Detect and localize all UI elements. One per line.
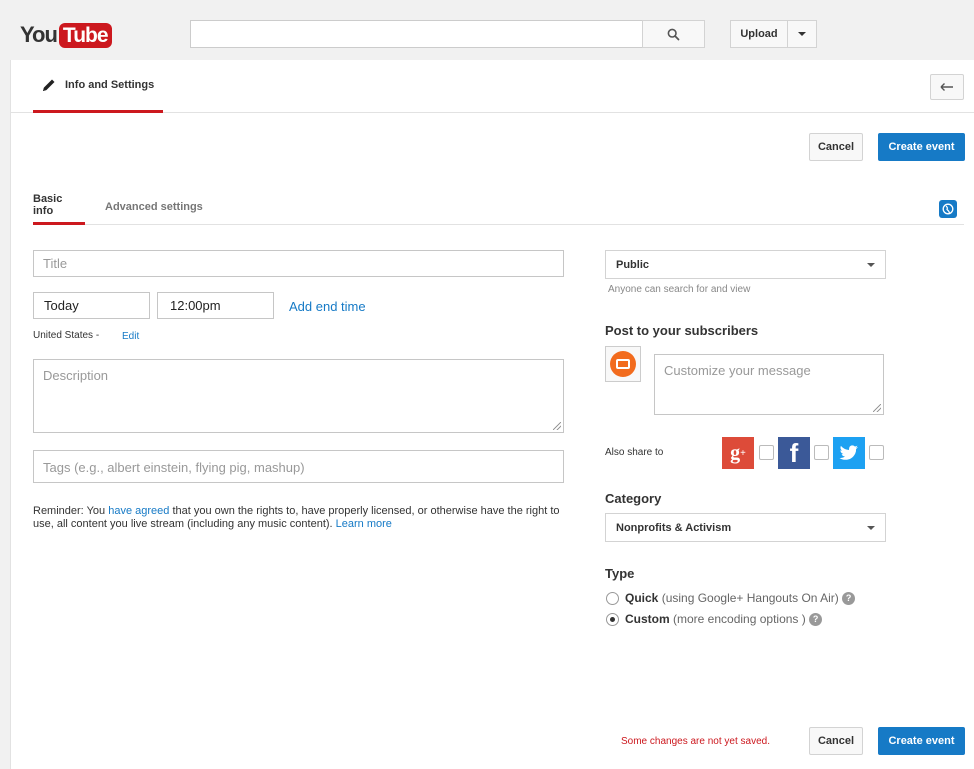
- description-textarea[interactable]: Description: [33, 359, 564, 433]
- facebook-checkbox[interactable]: [814, 445, 829, 460]
- privacy-hint: Anyone can search for and view: [608, 284, 751, 295]
- masthead: You Tube Upload: [10, 10, 974, 60]
- type-quick-text: Quick: [625, 591, 659, 605]
- reminder-prefix: Reminder: You: [33, 505, 109, 517]
- rights-reminder: Reminder: You have agreed that you own t…: [33, 505, 573, 531]
- have-agreed-link[interactable]: have agreed: [108, 505, 169, 517]
- learn-more-link[interactable]: Learn more: [336, 518, 392, 530]
- cancel-button-bottom[interactable]: Cancel: [809, 727, 863, 755]
- help-icon[interactable]: ?: [809, 613, 823, 626]
- type-quick-hint: (using Google+ Hangouts On Air): [658, 591, 839, 605]
- help-icon[interactable]: ?: [842, 592, 856, 605]
- create-event-button-bottom[interactable]: Create event: [878, 727, 965, 755]
- title-input[interactable]: Title: [33, 250, 564, 277]
- date-input[interactable]: Today: [33, 292, 150, 319]
- facebook-icon: f: [778, 437, 810, 469]
- also-share-label: Also share to: [605, 447, 664, 458]
- type-quick-radio[interactable]: [606, 592, 619, 605]
- chevron-down-icon: [798, 32, 806, 36]
- tab-advanced-settings[interactable]: Advanced settings: [105, 188, 203, 225]
- twitter-checkbox[interactable]: [869, 445, 884, 460]
- time-input[interactable]: 12:00pm: [157, 292, 274, 319]
- tab-label: Info and Settings: [65, 79, 155, 91]
- twitter-icon: [833, 437, 865, 469]
- upload-button[interactable]: Upload: [730, 20, 788, 48]
- channel-avatar-icon: [610, 351, 636, 377]
- search-button[interactable]: [642, 20, 705, 48]
- type-custom-hint: (more encoding options ): [669, 612, 806, 626]
- privacy-select[interactable]: Public: [605, 250, 886, 279]
- subscriber-message-textarea[interactable]: Customize your message: [654, 354, 884, 415]
- type-custom-label[interactable]: Custom (more encoding options ) ?: [625, 612, 823, 626]
- tab-basic-info[interactable]: Basic info: [33, 188, 85, 225]
- tags-input[interactable]: Tags (e.g., albert einstein, flying pig,…: [33, 450, 564, 483]
- google-plus-checkbox[interactable]: [759, 445, 774, 460]
- type-custom-text: Custom: [625, 612, 670, 626]
- chevron-down-icon: [867, 263, 875, 267]
- editor-topbar: Info and Settings: [11, 60, 974, 113]
- back-button[interactable]: [930, 74, 964, 100]
- main-panel: Info and Settings Cancel Create event Ba…: [10, 60, 974, 769]
- back-arrow-icon: [940, 83, 953, 91]
- category-title: Category: [605, 491, 662, 506]
- tab-info-and-settings[interactable]: Info and Settings: [33, 60, 163, 113]
- search-input[interactable]: [190, 20, 642, 48]
- type-custom-radio[interactable]: [606, 613, 619, 626]
- message-placeholder: Customize your message: [664, 363, 811, 378]
- youtube-logo[interactable]: You Tube: [20, 22, 112, 48]
- resize-grip-icon[interactable]: [553, 422, 561, 430]
- cancel-button-top[interactable]: Cancel: [809, 133, 863, 161]
- logo-you-text: You: [20, 22, 58, 47]
- timezone-edit-link[interactable]: Edit: [122, 331, 139, 342]
- globe-icon: [942, 203, 954, 215]
- type-title: Type: [605, 566, 635, 581]
- chevron-down-icon: [867, 526, 875, 530]
- pencil-icon: [43, 79, 55, 91]
- category-select[interactable]: Nonprofits & Activism: [605, 513, 886, 542]
- google-plus-icon: g +: [722, 437, 754, 469]
- globe-button[interactable]: [939, 200, 957, 218]
- unsaved-warning: Some changes are not yet saved.: [621, 736, 770, 747]
- post-to-subscribers-title: Post to your subscribers: [605, 323, 759, 338]
- privacy-value: Public: [616, 258, 650, 271]
- add-end-time-link[interactable]: Add end time: [289, 299, 366, 314]
- type-quick-label[interactable]: Quick (using Google+ Hangouts On Air) ?: [625, 591, 856, 605]
- category-value: Nonprofits & Activism: [616, 521, 732, 534]
- search-icon: [667, 28, 680, 40]
- create-event-button-top[interactable]: Create event: [878, 133, 965, 161]
- subtab-bar: Basic info Advanced settings: [33, 188, 964, 225]
- description-placeholder: Description: [43, 368, 109, 383]
- logo-tube-text: Tube: [58, 22, 112, 48]
- channel-avatar: [605, 346, 641, 382]
- timezone-label: United States -: [33, 330, 100, 341]
- resize-grip-icon[interactable]: [873, 404, 881, 412]
- upload-menu-button[interactable]: [787, 20, 817, 48]
